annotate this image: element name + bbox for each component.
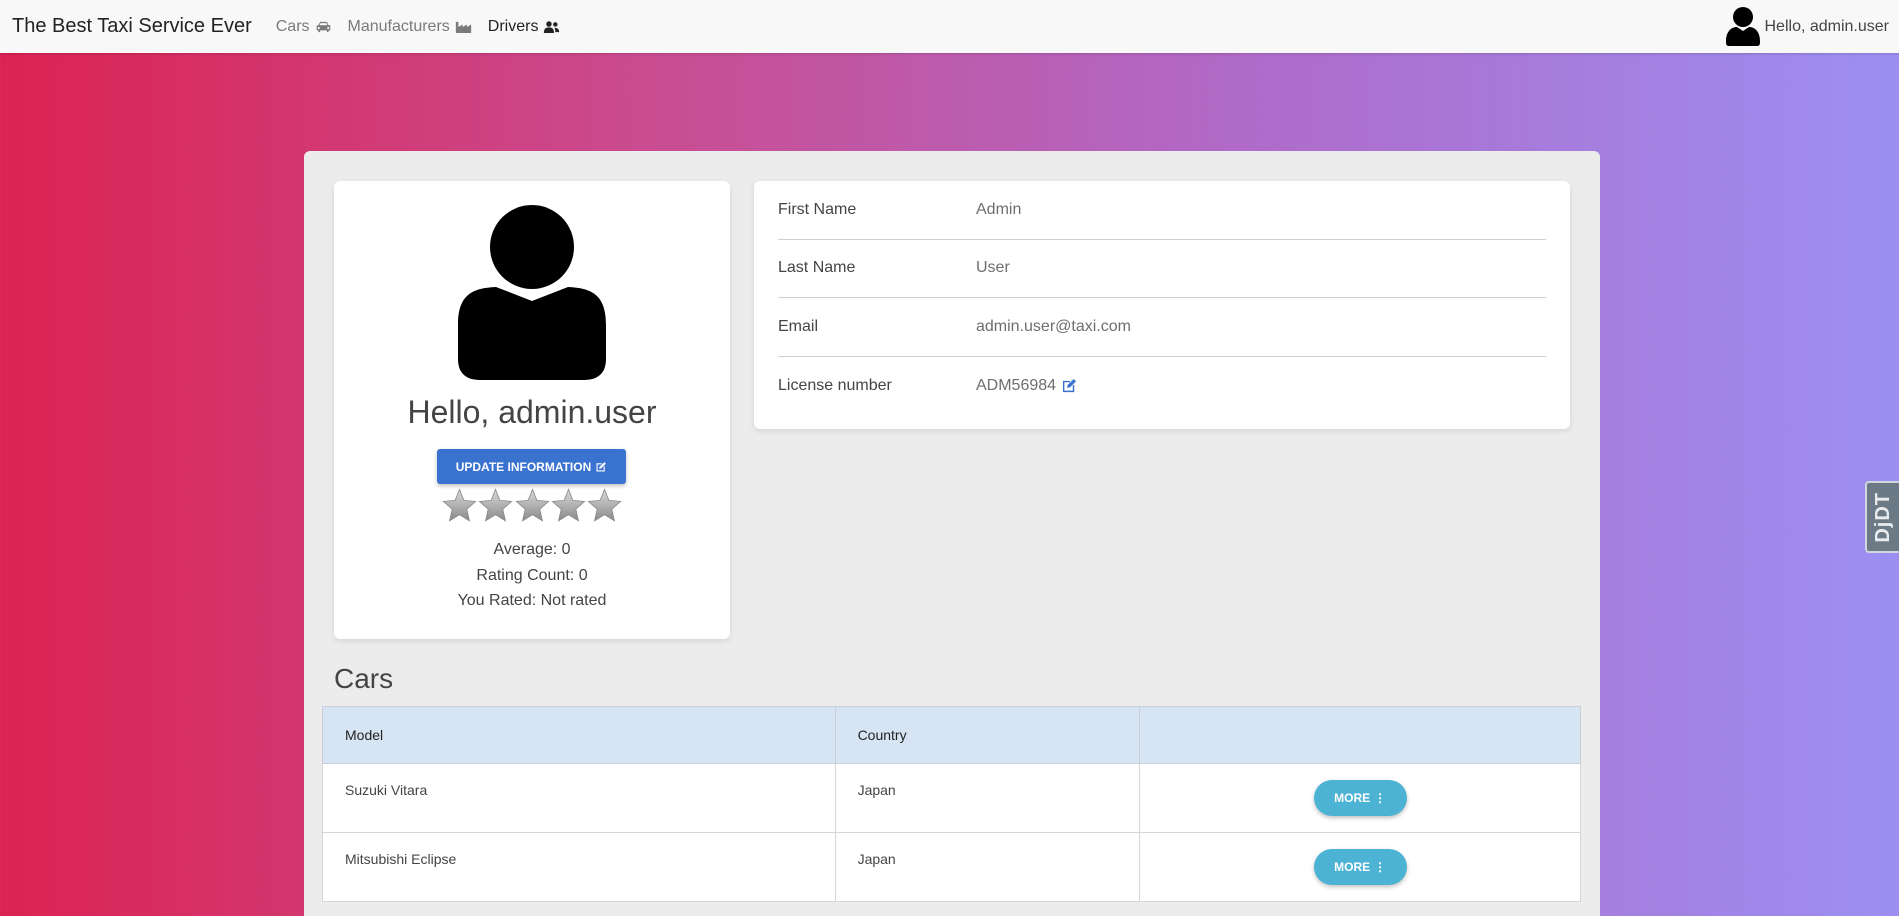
top-navbar: The Best Taxi Service Ever Cars Manufact… — [0, 0, 1899, 53]
edit-icon — [596, 461, 607, 471]
profile-avatar-icon — [458, 205, 606, 380]
profile-greeting: Hello, admin.user — [407, 394, 657, 430]
debug-toolbar-handle[interactable]: DjDT — [1865, 481, 1899, 553]
rating-count: Rating Count: 0 — [476, 567, 588, 584]
star-icon[interactable] — [478, 488, 513, 523]
info-label: First Name — [778, 200, 857, 218]
car-country-cell: Japan — [834, 763, 1141, 833]
column-header-actions — [1139, 706, 1581, 764]
brand-link[interactable]: The Best Taxi Service Ever — [12, 15, 252, 38]
vertical-ellipsis-icon: ⋮ — [1374, 860, 1387, 874]
info-value: User — [976, 259, 1010, 277]
update-information-label: UPDATE INFORMATION — [455, 459, 592, 474]
star-icon[interactable] — [442, 488, 477, 523]
driver-info-card: First Name Admin Last Name User Email ad… — [754, 181, 1570, 429]
industry-icon — [455, 21, 471, 33]
nav-link-cars-label: Cars — [275, 17, 310, 35]
user-greeting: Hello, admin.user — [1764, 17, 1890, 35]
cars-heading: Cars — [334, 663, 394, 694]
nav-link-manufacturers-label: Manufacturers — [347, 17, 450, 35]
more-button-label: MORE — [1334, 860, 1371, 874]
more-button[interactable]: MORE ⋮ — [1313, 780, 1407, 816]
more-button[interactable]: MORE ⋮ — [1313, 849, 1407, 885]
rating-stars — [442, 488, 622, 528]
car-model-cell: Suzuki Vitara — [322, 763, 836, 833]
info-row-email: Email admin.user@taxi.com — [778, 298, 1546, 357]
info-value: admin.user@taxi.com — [976, 317, 1131, 335]
debug-toolbar-label: DjDT — [1871, 491, 1894, 543]
user-avatar-icon — [1725, 6, 1760, 46]
star-icon[interactable] — [514, 488, 550, 523]
rating-average: Average: 0 — [493, 541, 571, 558]
star-icon[interactable] — [587, 488, 622, 523]
nav-link-cars[interactable]: Cars — [276, 18, 332, 36]
profile-panel: Hello, admin.user UPDATE INFORMATION Ave… — [304, 151, 1600, 916]
nav-link-manufacturers[interactable]: Manufacturers — [348, 18, 472, 36]
column-header-model: Model — [322, 706, 836, 764]
info-label: Last Name — [778, 259, 856, 277]
update-information-button[interactable]: UPDATE INFORMATION — [437, 449, 626, 484]
info-label: Email — [778, 317, 819, 335]
user-menu[interactable]: Hello, admin.user — [1725, 0, 1890, 53]
info-value: Admin — [976, 200, 1022, 218]
column-header-country: Country — [834, 706, 1141, 764]
car-action-cell: MORE ⋮ — [1139, 763, 1581, 833]
vertical-ellipsis-icon: ⋮ — [1374, 791, 1387, 805]
table-row: Mitsubishi Eclipse Japan MORE ⋮ — [322, 832, 1581, 902]
cars-table: Model Country Suzuki Vitara Japan MORE ⋮… — [322, 706, 1581, 902]
users-icon — [544, 20, 560, 33]
info-label: License number — [778, 376, 892, 394]
info-row-last-name: Last Name User — [778, 240, 1546, 298]
info-row-first-name: First Name Admin — [778, 181, 1546, 240]
nav-link-drivers[interactable]: Drivers — [488, 18, 561, 36]
car-icon — [316, 21, 330, 32]
info-value: ADM56984 — [976, 377, 1077, 395]
rating-you-rated: You Rated: Not rated — [457, 592, 607, 609]
nav-link-drivers-label: Drivers — [487, 17, 539, 35]
profile-card: Hello, admin.user UPDATE INFORMATION Ave… — [334, 181, 730, 639]
edit-license-icon[interactable] — [1062, 378, 1077, 393]
table-header-row: Model Country — [322, 706, 1581, 764]
car-action-cell: MORE ⋮ — [1139, 832, 1581, 902]
car-country-cell: Japan — [834, 832, 1141, 902]
table-row: Suzuki Vitara Japan MORE ⋮ — [322, 763, 1581, 833]
more-button-label: MORE — [1334, 791, 1371, 805]
info-row-license-number: License number ADM56984 — [778, 357, 1546, 416]
car-model-cell: Mitsubishi Eclipse — [322, 832, 836, 902]
star-icon[interactable] — [551, 488, 586, 523]
